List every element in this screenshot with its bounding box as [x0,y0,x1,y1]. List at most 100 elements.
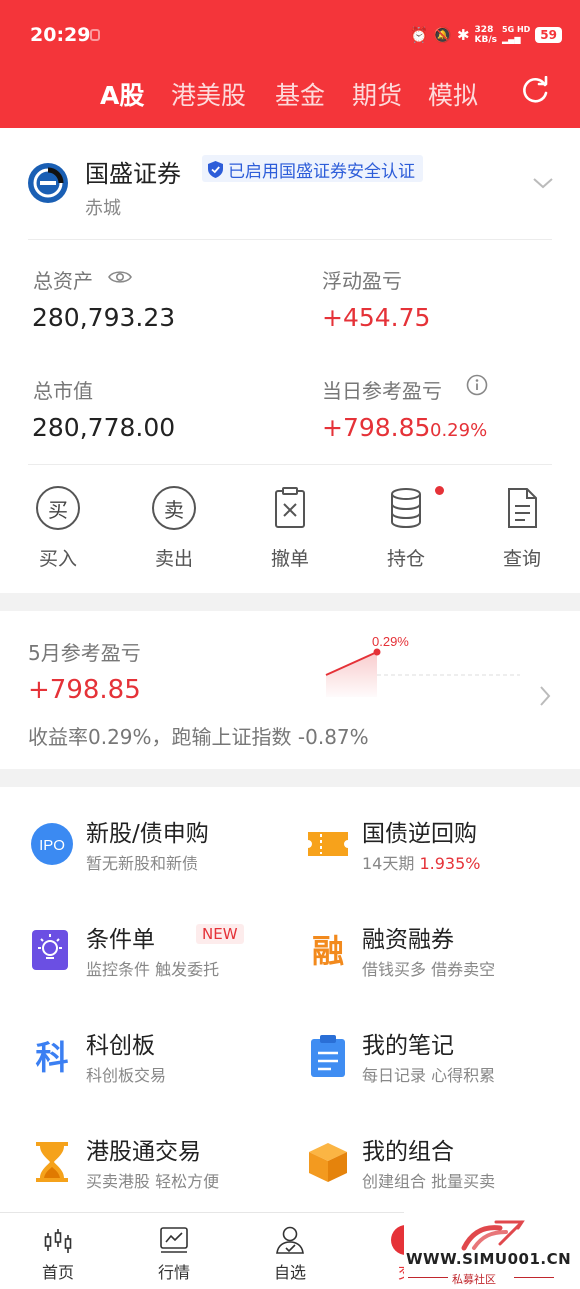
tab-funds[interactable]: 基金 [275,76,325,112]
market-tabs: A股 港美股 基金 期货 模拟 [0,76,580,116]
floating-pl-label: 浮动盈亏 [322,269,402,293]
service-subtitle: 每日记录 心得积累 [362,1066,496,1085]
chevron-down-icon[interactable] [532,176,554,190]
query-icon [508,488,537,528]
service-my-notes[interactable]: 我的笔记 每日记录 心得积累 [306,1026,576,1106]
service-subtitle: 买卖港股 轻松方便 [86,1172,220,1191]
service-subtitle: 科创板交易 [86,1066,167,1085]
service-margin-trading[interactable]: 融 融资融券 借钱买多 借券卖空 [306,920,576,1000]
nav-watchlist-label: 自选 [273,1263,306,1282]
service-reverse-repo[interactable]: 国债逆回购 14天期 1.935% [306,814,576,894]
service-subtitle: 借钱买多 借券卖空 [362,960,496,979]
status-bar: 20:29 ⏰ 🔕 ✱ 328 KB/s 5G HD ▂▄▆ 59 [0,0,580,70]
watermark-text: WWW.SIMU001.CN [406,1250,572,1268]
broker-name[interactable]: 国盛证券 [85,154,181,189]
service-subtitle: 14天期 1.935% [362,850,480,874]
holdings-label: 持仓 [386,548,425,570]
service-title: 港股通交易 [86,1139,201,1165]
portfolio-box-icon [309,1143,347,1182]
refresh-icon[interactable] [520,76,550,106]
ipo-icon-text: IPO [39,837,65,854]
repo-term: 14天期 [362,854,420,873]
service-my-portfolio[interactable]: 我的组合 创建组合 批量买卖 [306,1132,576,1212]
net-speed-unit: KB/s [474,35,498,45]
sell-icon: 卖 [152,486,196,530]
service-hk-connect[interactable]: 港股通交易 买卖港股 轻松方便 [30,1132,300,1212]
candlestick-icon [44,1229,72,1253]
query-button[interactable]: 查询 [472,486,572,576]
account-card: 国盛证券 已启用国盛证券安全认证 赤城 总资产 280,793.23 浮动盈亏 … [0,128,580,593]
service-star-market[interactable]: 科 科创板 科创板交易 [30,1026,300,1106]
market-chart-icon [160,1227,188,1253]
tab-futures[interactable]: 期货 [352,76,402,112]
cancel-order-button[interactable]: 撤单 [240,486,340,576]
battery-icon: 59 [535,27,562,43]
nav-home-label: 首页 [41,1263,74,1282]
shield-check-icon [208,161,223,178]
tab-a-shares[interactable]: A股 [100,76,144,112]
sparkline-point [373,648,381,656]
signal-bars-icon: ▂▄▆ [502,35,521,44]
monthly-summary: 收益率0.29%，跑输上证指数 -0.87% [28,725,369,749]
cancel-order-icon [275,487,305,528]
tab-simulation[interactable]: 模拟 [428,76,478,112]
watermark-rule [514,1277,554,1278]
nav-market[interactable]: 行情 [116,1213,232,1289]
tab-hk-us[interactable]: 港美股 [171,76,246,112]
hourglass-icon [36,1142,68,1182]
service-title: 国债逆回购 [362,821,477,847]
buy-button[interactable]: 买 买入 [8,486,108,576]
nav-watchlist[interactable]: 自选 [232,1213,348,1289]
sell-glyph: 卖 [152,486,196,530]
query-label: 查询 [502,548,541,570]
watermark-logo-icon [461,1220,525,1251]
service-title: 新股/债申购 [86,821,209,847]
nav-market-label: 行情 [157,1263,190,1282]
cancel-order-label: 撤单 [270,548,309,570]
notes-icon [311,1035,345,1077]
eye-icon[interactable] [108,269,132,285]
person-check-icon [276,1226,304,1254]
monthly-pl-value: +798.85 [28,675,141,705]
service-title: 我的笔记 [362,1033,454,1059]
broker-logo-icon [28,163,68,203]
market-value-label: 总市值 [33,379,93,403]
nav-home[interactable]: 首页 [0,1213,116,1289]
site-watermark: WWW.SIMU001.CN 私募社区 [404,1212,580,1289]
monthly-pl-label: 5月参考盈亏 [28,641,141,665]
floating-pl-value: +454.75 [322,303,431,332]
buy-icon: 买 [36,486,80,530]
alarm-icon: ⏰ [409,26,429,44]
divider [28,464,552,465]
notification-dot [435,486,444,495]
margin-icon-glyph: 融 [312,932,344,970]
holdings-button[interactable]: 持仓 [356,486,456,576]
service-ipo[interactable]: IPO 新股/债申购 暂无新股和新债 [30,814,300,894]
service-title: 条件单 [86,927,155,953]
service-title: 我的组合 [362,1139,454,1165]
monthly-pl-card[interactable]: 5月参考盈亏 +798.85 收益率0.29%，跑输上证指数 -0.87% 0.… [0,611,580,769]
star-market-icon-glyph: 科 [36,1038,69,1077]
divider [28,239,552,240]
daily-pl-label: 当日参考盈亏 [322,379,442,403]
total-assets-value: 280,793.23 [32,303,176,332]
sparkline-area [326,652,377,697]
total-assets-label: 总资产 [33,269,93,293]
service-conditional-order[interactable]: 条件单 NEW 监控条件 触发委托 [30,920,300,1000]
watermark-subtitle: 私募社区 [452,1273,496,1286]
daily-pl-value: +798.85 [322,413,431,442]
service-subtitle: 暂无新股和新债 [86,854,199,873]
margin-icon: 融 [312,932,344,970]
monthly-sparkline: 0.29% [325,634,520,697]
buy-glyph: 买 [36,486,80,530]
holdings-icon [391,488,421,529]
notification-icon [90,29,100,41]
net-speed-value: 328 [474,25,494,35]
new-badge: NEW [196,924,244,944]
security-badge[interactable]: 已启用国盛证券安全认证 [202,155,423,182]
info-icon[interactable] [466,374,488,396]
network-speed: 328 KB/s [475,25,497,45]
service-title: 融资融券 [362,927,454,953]
sell-button[interactable]: 卖 卖出 [124,486,224,576]
watermark-rule [408,1277,448,1278]
